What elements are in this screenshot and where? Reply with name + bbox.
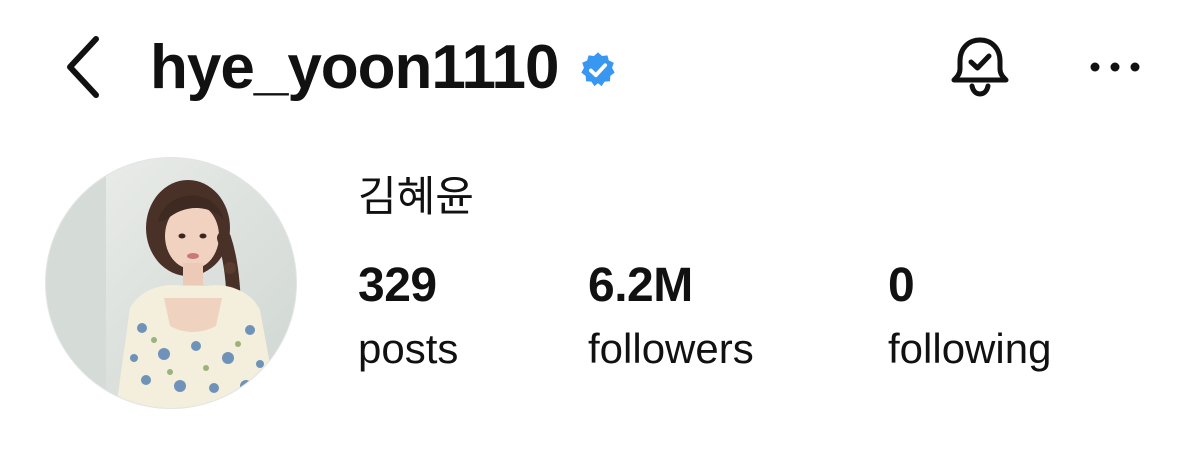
profile-header-title: hye_yoon1110 (150, 28, 617, 108)
profile-photo (46, 158, 296, 408)
more-horizontal-icon (1090, 62, 1140, 72)
more-options-button[interactable] (1080, 30, 1150, 104)
following-label: following (888, 325, 1052, 372)
following-count: 0 (888, 259, 915, 312)
followers-count: 6.2M (588, 259, 693, 312)
posts-stat[interactable]: 329 posts (358, 262, 458, 370)
username: hye_yoon1110 (150, 33, 559, 102)
followers-stat[interactable]: 6.2M followers (588, 262, 754, 370)
bell-check-icon (951, 37, 1009, 97)
posts-count: 329 (358, 259, 437, 312)
display-name: 김혜윤 (358, 172, 474, 221)
posts-label: posts (358, 325, 459, 372)
notifications-button[interactable] (940, 30, 1020, 104)
back-button[interactable] (50, 30, 114, 104)
followers-label: followers (588, 325, 754, 372)
avatar[interactable] (46, 158, 296, 408)
verified-badge-icon (579, 51, 617, 89)
chevron-left-icon (67, 36, 99, 98)
following-stat[interactable]: 0 following (888, 262, 1051, 370)
